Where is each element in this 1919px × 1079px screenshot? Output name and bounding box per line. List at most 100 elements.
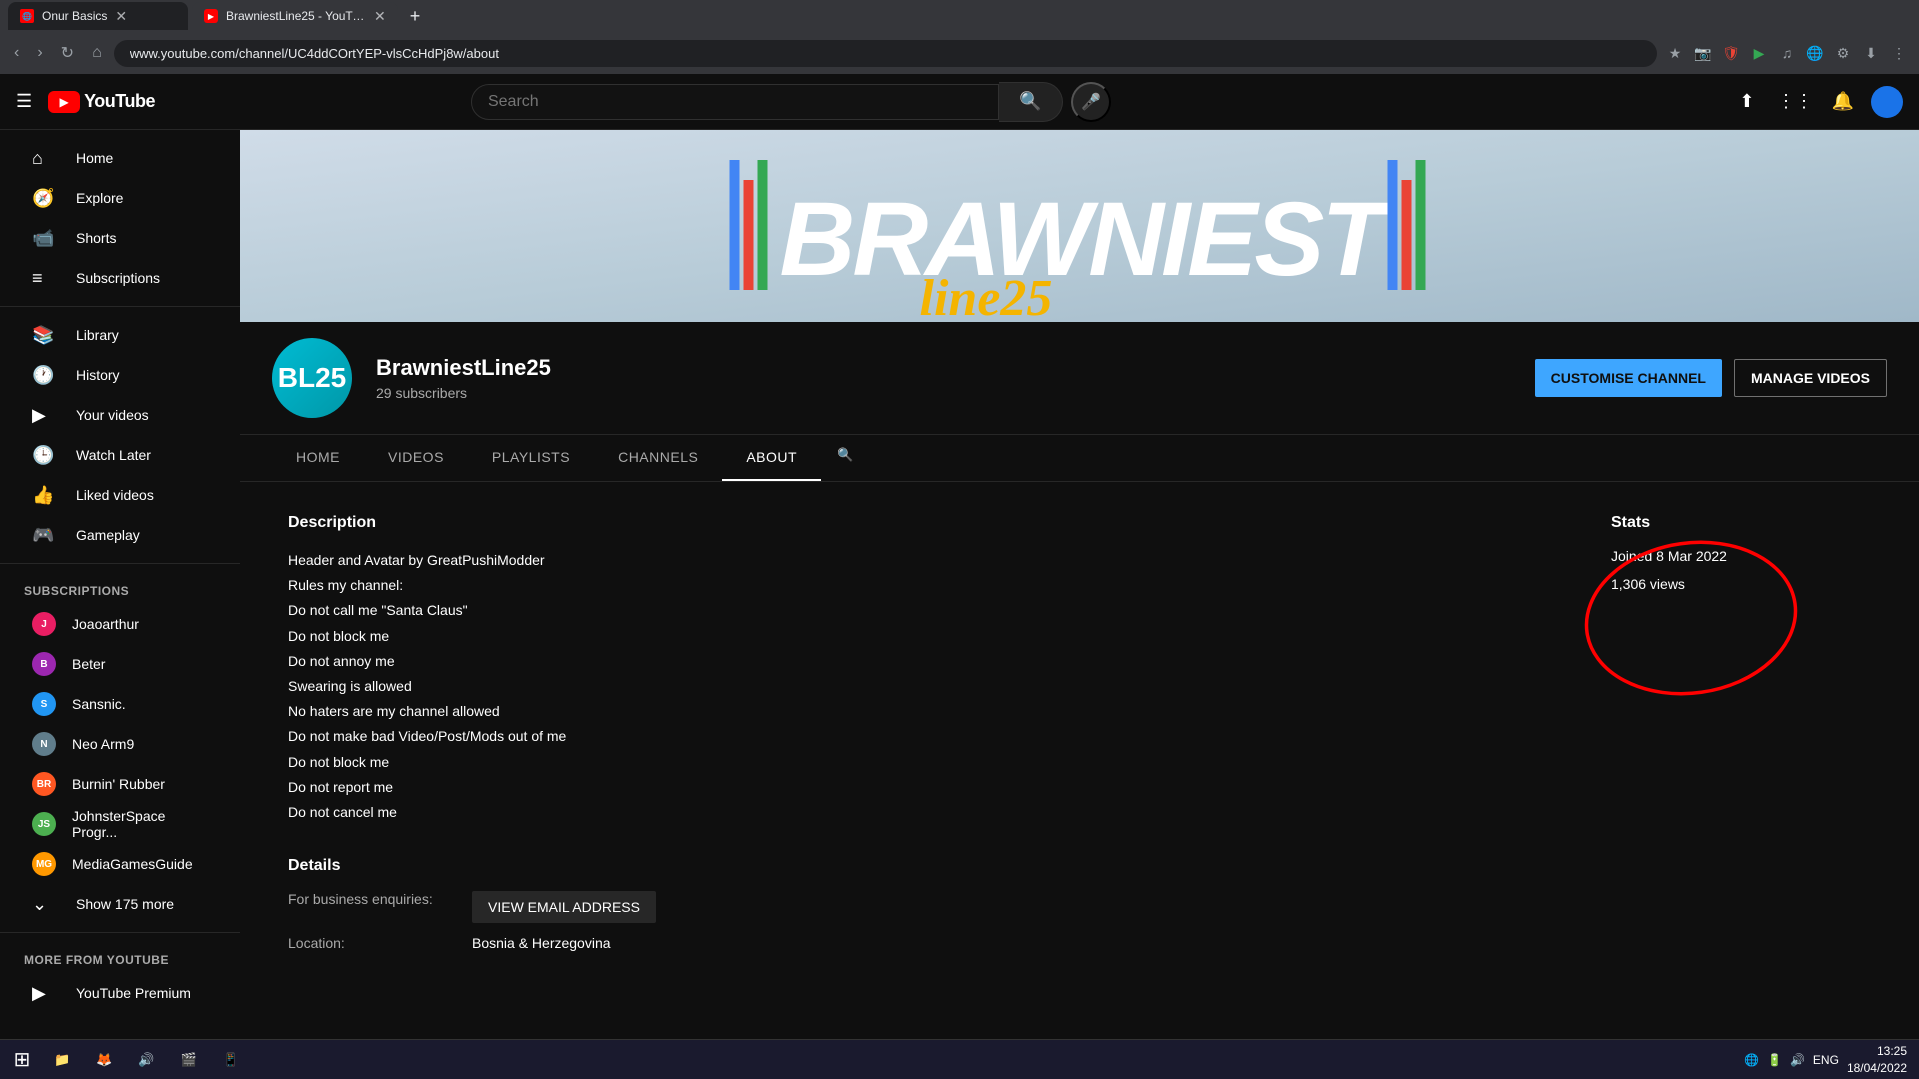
sidebar-item-your-videos[interactable]: ▶ Your videos [8, 395, 232, 435]
description-title: Description [288, 514, 1563, 532]
volume-icon[interactable]: 🔊 [1790, 1053, 1805, 1067]
search-button[interactable]: 🔍 [999, 82, 1063, 122]
location-row: Location: Bosnia & Herzegovina [288, 935, 1563, 951]
home-icon: ⌂ [32, 148, 56, 169]
yt-logo-text: YouTube [84, 91, 155, 112]
reload-button[interactable]: ↻ [55, 39, 80, 67]
sub-avatar-neoarm9: N [32, 732, 56, 756]
taskbar-app-viber[interactable]: 📱 [211, 1042, 251, 1078]
bookmark-icon[interactable]: ★ [1663, 41, 1687, 65]
sidebar-sub-beter[interactable]: B Beter [8, 644, 232, 684]
address-bar[interactable] [114, 40, 1657, 67]
taskbar-app-browser[interactable]: 🦊 [84, 1042, 124, 1078]
subscriptions-section-header: SUBSCRIPTIONS [0, 572, 240, 604]
camera-icon[interactable]: 📷 [1691, 41, 1715, 65]
home-button[interactable]: ⌂ [86, 40, 108, 66]
channel-avatar-initials: BL25 [278, 362, 346, 394]
sidebar-item-liked-videos[interactable]: 👍 Liked videos [8, 475, 232, 515]
user-avatar[interactable] [1871, 86, 1903, 118]
sub-avatar-beter: B [32, 652, 56, 676]
search-input[interactable] [472, 85, 998, 119]
yt-logo[interactable]: YouTube [48, 91, 155, 113]
sub-avatar-sansnic: S [32, 692, 56, 716]
channel-tab-playlists[interactable]: PLAYLISTS [468, 435, 594, 481]
taskbar: ⊞ 📁 🦊 🔊 🎬 📱 🌐 🔋 🔊 ENG 13:25 18/04/2022 [0, 1039, 1919, 1079]
channel-banner: BRAWNIEST line25 [240, 130, 1919, 322]
sidebar-item-history[interactable]: 🕐 History [8, 355, 232, 395]
vpn-icon[interactable]: 🌐 [1803, 41, 1827, 65]
sidebar-item-library[interactable]: 📚 Library [8, 315, 232, 355]
customise-channel-button[interactable]: CUSTOMISE CHANNEL [1535, 359, 1722, 397]
sidebar-item-gameplay[interactable]: 🎮 Gameplay [8, 515, 232, 555]
sub-label-mediagamesguide: MediaGamesGuide [72, 856, 193, 872]
apps-button[interactable]: ⋮⋮ [1775, 82, 1815, 122]
download-icon[interactable]: ⬇ [1859, 41, 1883, 65]
show-more-button[interactable]: ⌄ Show 175 more [8, 884, 232, 924]
yt-body: ⌂ Home 🧭 Explore 📹 Shorts ≡ Subscription… [0, 130, 1919, 1039]
channel-meta: BrawniestLine25 29 subscribers [376, 355, 1511, 401]
taskbar-app-audio[interactable]: 🔊 [126, 1042, 166, 1078]
music-icon[interactable]: ♫ [1775, 41, 1799, 65]
new-tab-button[interactable]: + [402, 6, 429, 27]
subscriptions-icon: ≡ [32, 268, 56, 289]
taskbar-app-file-explorer[interactable]: 📁 [42, 1042, 82, 1078]
sidebar-divider-1 [0, 306, 240, 307]
browser-tab-2[interactable]: ▶ BrawniestLine25 - YouTube ✕ [192, 2, 398, 30]
sidebar-item-yt-premium[interactable]: ▶ YouTube Premium [8, 973, 232, 1013]
channel-tab-home[interactable]: HOME [272, 435, 364, 481]
network-icon[interactable]: 🌐 [1744, 1053, 1759, 1067]
channel-info: BL25 BrawniestLine25 29 subscribers CUST… [240, 322, 1919, 435]
menu-icon[interactable]: ⋮ [1887, 41, 1911, 65]
sub-label-johnsterspace: JohnsterSpace Progr... [72, 808, 208, 840]
media-player-icon: 🎬 [181, 1052, 197, 1068]
hamburger-menu[interactable]: ☰ [16, 91, 32, 112]
sidebar-sub-sansnic[interactable]: S Sansnic. [8, 684, 232, 724]
yt-sidebar: ⌂ Home 🧭 Explore 📹 Shorts ≡ Subscription… [0, 130, 240, 1039]
desc-line-1: Header and Avatar by GreatPushiModder [288, 548, 1563, 573]
sidebar-sub-burnin-rubber[interactable]: BR Burnin' Rubber [8, 764, 232, 804]
tab2-close-icon[interactable]: ✕ [374, 8, 386, 25]
file-explorer-icon: 📁 [54, 1052, 70, 1068]
sidebar-item-explore[interactable]: 🧭 Explore [8, 178, 232, 218]
view-email-button[interactable]: VIEW EMAIL ADDRESS [472, 891, 656, 923]
sidebar-item-home[interactable]: ⌂ Home [8, 138, 232, 178]
channel-tab-videos[interactable]: VIDEOS [364, 435, 468, 481]
settings-icon[interactable]: ⚙ [1831, 41, 1855, 65]
location-value: Bosnia & Herzegovina [472, 935, 611, 951]
channel-tab-channels[interactable]: CHANNELS [594, 435, 722, 481]
back-button[interactable]: ‹ [8, 40, 25, 66]
search-bar: 🔍 🎤 [471, 82, 1111, 122]
play-icon[interactable]: ▶ [1747, 41, 1771, 65]
sub-label-joaoarthur: Joaoarthur [72, 616, 139, 632]
sidebar-sub-neoarm9[interactable]: N Neo Arm9 [8, 724, 232, 764]
browser-tab-1[interactable]: 🌐 Onur Basics ✕ [8, 2, 188, 30]
sidebar-item-watch-later[interactable]: 🕒 Watch Later [8, 435, 232, 475]
forward-button[interactable]: › [31, 40, 48, 66]
sidebar-item-subscriptions[interactable]: ≡ Subscriptions [8, 258, 232, 298]
chevron-down-icon: ⌄ [32, 894, 56, 915]
mic-button[interactable]: 🎤 [1071, 82, 1111, 122]
sidebar-item-shorts[interactable]: 📹 Shorts [8, 218, 232, 258]
sidebar-shorts-label: Shorts [76, 230, 116, 246]
tab1-title: Onur Basics [42, 9, 107, 23]
desc-line-2: Rules my channel: [288, 573, 1563, 598]
bell-icon[interactable]: 🔔 [1823, 82, 1863, 122]
tab1-close-icon[interactable]: ✕ [115, 8, 127, 25]
shield-icon[interactable]: 🛡 [1719, 41, 1743, 65]
channel-search-icon[interactable]: 🔍 [821, 435, 869, 481]
sub-avatar-johnsterspace: JS [32, 812, 56, 836]
more-from-youtube-header: MORE FROM YOUTUBE [0, 941, 240, 973]
manage-videos-button[interactable]: MANAGE VIDEOS [1734, 359, 1887, 397]
channel-tab-about[interactable]: ABOUT [722, 435, 821, 481]
sub-label-beter: Beter [72, 656, 105, 672]
start-button[interactable]: ⊞ [4, 1042, 40, 1078]
battery-icon[interactable]: 🔋 [1767, 1053, 1782, 1067]
sidebar-gameplay-label: Gameplay [76, 527, 140, 543]
sidebar-sub-johnsterspace[interactable]: JS JohnsterSpace Progr... [8, 804, 232, 844]
sub-avatar-mediagamesguide: MG [32, 852, 56, 876]
taskbar-app-media[interactable]: 🎬 [169, 1042, 209, 1078]
upload-button[interactable]: ⬆ [1727, 82, 1767, 122]
channel-tabs: HOME VIDEOS PLAYLISTS CHANNELS ABOUT 🔍 [240, 435, 1919, 482]
sidebar-sub-joaoarthur[interactable]: J Joaoarthur [8, 604, 232, 644]
sidebar-sub-mediagamesguide[interactable]: MG MediaGamesGuide [8, 844, 232, 884]
